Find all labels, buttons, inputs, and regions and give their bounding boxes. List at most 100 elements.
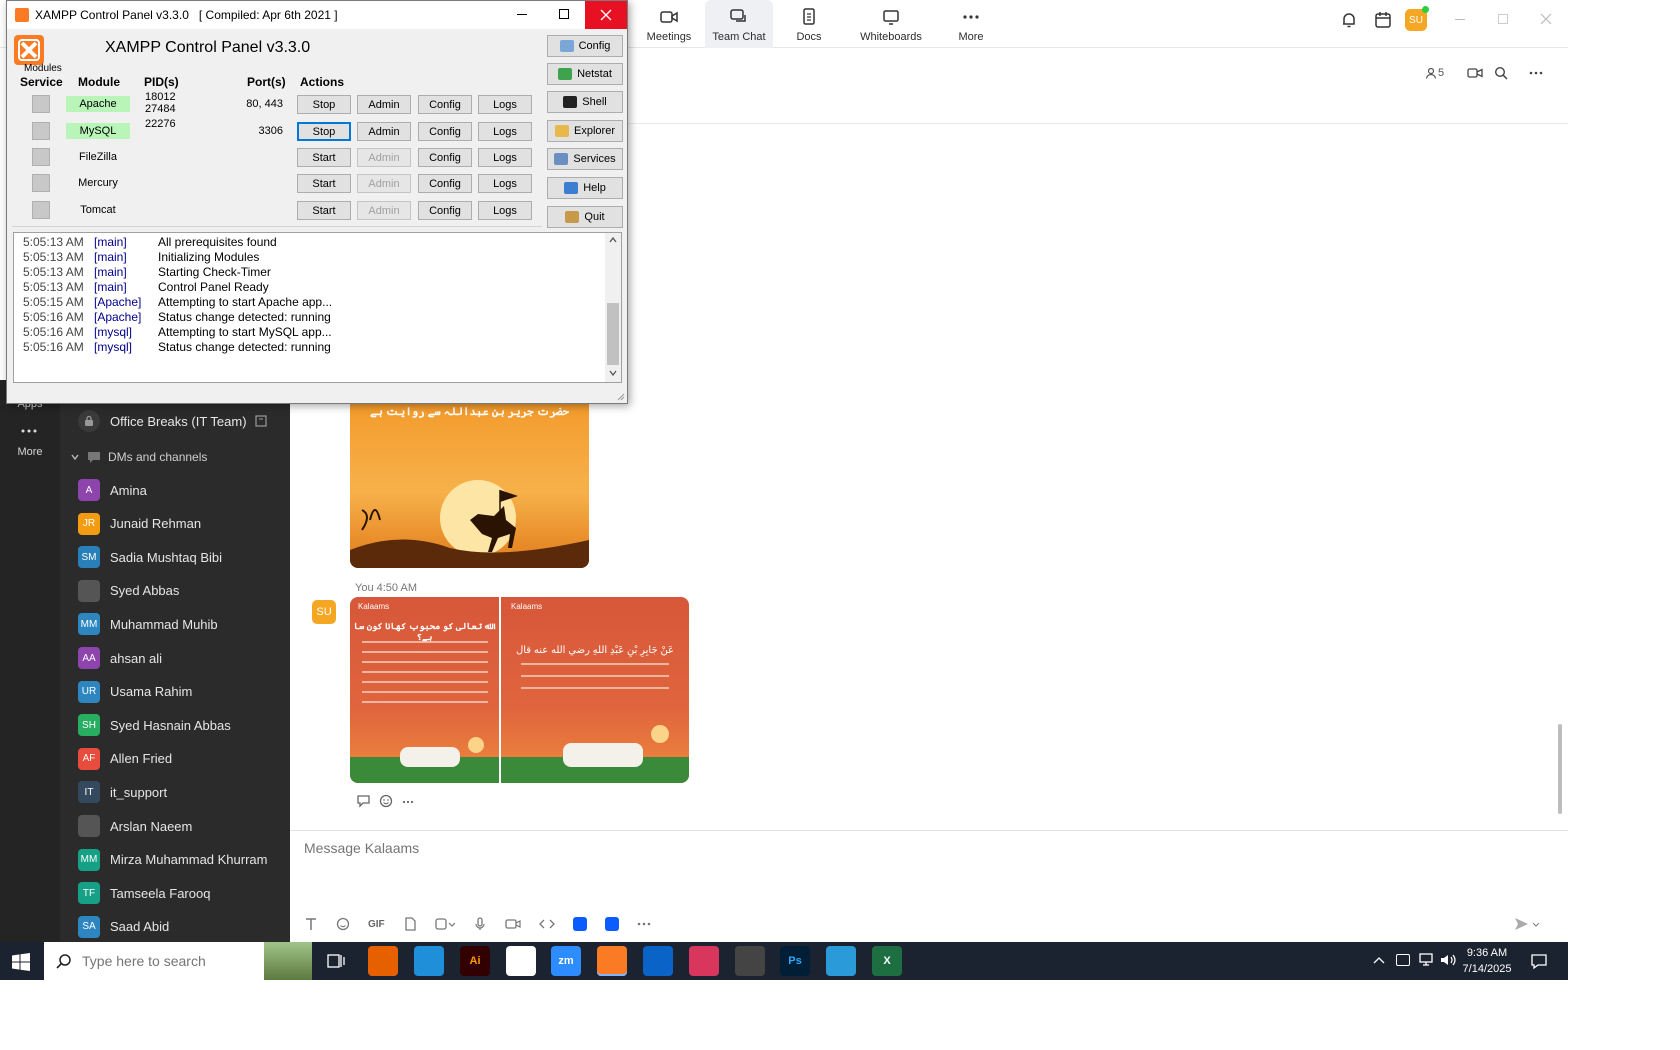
search-icon[interactable] [1494, 66, 1508, 80]
start-stop-button[interactable]: Start [297, 201, 351, 220]
notification-icon[interactable] [1530, 952, 1548, 970]
config-button[interactable]: Config [418, 122, 472, 141]
message-input[interactable] [304, 837, 1504, 859]
config-button[interactable]: Config [418, 95, 472, 114]
taskbar-search-input[interactable] [82, 953, 242, 969]
text-format-icon[interactable] [304, 917, 318, 931]
start-stop-button[interactable]: Stop [297, 122, 351, 141]
chat-scrollbar[interactable] [1558, 724, 1562, 814]
netstat-button[interactable]: Netstat [547, 63, 623, 85]
dm-contact[interactable]: MM Muhammad Muhib [78, 610, 288, 638]
logs-button[interactable]: Logs [478, 201, 532, 220]
services-button[interactable]: Services [547, 148, 623, 170]
shell-button[interactable]: Shell [547, 91, 623, 113]
dm-contact[interactable]: Arslan Naeem [78, 812, 288, 840]
admin-button[interactable]: Admin [357, 122, 411, 141]
taskbar-app-xampp[interactable] [597, 946, 627, 976]
section-dms-channels[interactable]: DMs and channels [70, 443, 280, 471]
start-stop-button[interactable]: Stop [297, 95, 351, 114]
minimize-icon[interactable] [517, 14, 527, 15]
tab-meetings[interactable]: Meetings [633, 0, 705, 48]
dm-contact[interactable]: UR Usama Rahim [78, 678, 288, 706]
screenshot-icon[interactable] [435, 917, 455, 931]
logs-button[interactable]: Logs [478, 122, 532, 141]
gif-button[interactable]: GIF [368, 919, 385, 930]
members-icon[interactable] [1425, 67, 1437, 79]
dm-contact[interactable]: SH Syed Hasnain Abbas [78, 711, 288, 739]
code-icon[interactable] [538, 917, 555, 931]
tab-more[interactable]: More [935, 0, 1007, 48]
dm-contact[interactable]: TF Tamseela Farooq [78, 879, 288, 907]
taskbar-app-ai[interactable]: Ai [460, 946, 490, 976]
rail-more-label[interactable]: More [0, 446, 60, 458]
dm-contact[interactable]: SM Sadia Mushtaq Bibi [78, 543, 288, 571]
service-checkbox[interactable] [32, 174, 50, 192]
chevron-up-icon[interactable] [609, 237, 617, 243]
dm-contact[interactable]: AA ahsan ali [78, 644, 288, 672]
taskbar-app-outlook[interactable] [643, 946, 673, 976]
maximize-icon[interactable] [1498, 14, 1508, 24]
config-button[interactable]: Config [418, 201, 472, 220]
reply-icon[interactable] [356, 794, 372, 808]
tab-team-chat[interactable]: Team Chat [705, 0, 773, 48]
xampp-titlebar[interactable]: XAMPP Control Panel v3.3.0 [ Compiled: A… [7, 1, 627, 29]
message-image-1[interactable]: Kalaams الله تعالى کو محبوب کھانا کون سا… [350, 597, 499, 783]
logs-button[interactable]: Logs [478, 148, 532, 167]
taskbar-clock[interactable]: 9:36 AM 7/14/2025 [1456, 945, 1518, 977]
help-button[interactable]: Help [547, 177, 623, 199]
dm-contact[interactable]: A Amina [78, 476, 288, 504]
more-dots-icon[interactable] [637, 922, 651, 926]
resize-grip-icon[interactable] [617, 393, 625, 401]
chevron-down-icon[interactable] [609, 370, 617, 376]
emoji-icon[interactable] [336, 917, 350, 931]
task-view-icon[interactable] [327, 953, 345, 969]
tab-docs[interactable]: Docs [773, 0, 845, 48]
maximize-icon[interactable] [559, 9, 569, 19]
video-message-icon[interactable] [505, 917, 521, 931]
taskbar-app-firefox[interactable] [368, 946, 398, 976]
chevron-up-icon[interactable] [1373, 956, 1385, 964]
start-stop-button[interactable]: Start [297, 174, 351, 193]
send-icon[interactable] [1514, 917, 1540, 931]
volume-icon[interactable] [1440, 953, 1456, 967]
taskbar-app-creative-cloud[interactable] [689, 946, 719, 976]
close-button[interactable] [585, 1, 627, 29]
zoom-clips-icon[interactable] [604, 917, 619, 931]
close-icon[interactable] [1540, 13, 1552, 25]
sender-avatar[interactable]: SU [312, 600, 336, 624]
start-stop-button[interactable]: Start [297, 148, 351, 167]
network-icon[interactable] [1418, 953, 1434, 967]
taskbar-app-chrome[interactable] [506, 946, 536, 976]
taskbar-app-ps[interactable]: Ps [780, 946, 810, 976]
tab-whiteboards[interactable]: Whiteboards [852, 0, 930, 48]
logs-button[interactable]: Logs [478, 174, 532, 193]
minimize-icon[interactable] [1455, 19, 1465, 20]
quit-button[interactable]: Quit [547, 206, 623, 228]
calendar-icon[interactable] [1374, 11, 1392, 29]
file-icon[interactable] [403, 917, 417, 931]
microphone-icon[interactable] [473, 917, 487, 931]
video-camera-icon[interactable] [1467, 67, 1483, 79]
tray-app-icon[interactable] [1396, 954, 1410, 966]
more-dots-icon[interactable] [21, 428, 37, 434]
dm-contact[interactable]: IT it_support [78, 778, 288, 806]
scrollbar-thumb[interactable] [607, 303, 619, 365]
config-button[interactable]: Config [418, 148, 472, 167]
more-dots-icon[interactable] [1529, 71, 1543, 75]
dm-contact[interactable]: MM Mirza Muhammad Khurram [78, 846, 288, 874]
bell-icon[interactable] [1340, 11, 1358, 29]
zoom-app-icon[interactable] [572, 917, 587, 931]
dm-contact[interactable]: SA Saad Abid [78, 913, 288, 941]
taskbar-app-zm[interactable]: zm [551, 946, 581, 976]
logs-button[interactable]: Logs [478, 95, 532, 114]
dm-contact[interactable]: Syed Abbas [78, 577, 288, 605]
log-scrollbar[interactable] [605, 233, 621, 382]
service-checkbox[interactable] [32, 201, 50, 219]
service-checkbox[interactable] [32, 148, 50, 166]
emoji-icon[interactable] [379, 794, 395, 808]
config-button[interactable]: Config [547, 35, 623, 57]
taskbar-app-excel[interactable]: X [872, 946, 902, 976]
taskbar-app-pen[interactable] [735, 946, 765, 976]
service-checkbox[interactable] [32, 95, 50, 113]
more-dots-icon[interactable] [402, 800, 414, 804]
